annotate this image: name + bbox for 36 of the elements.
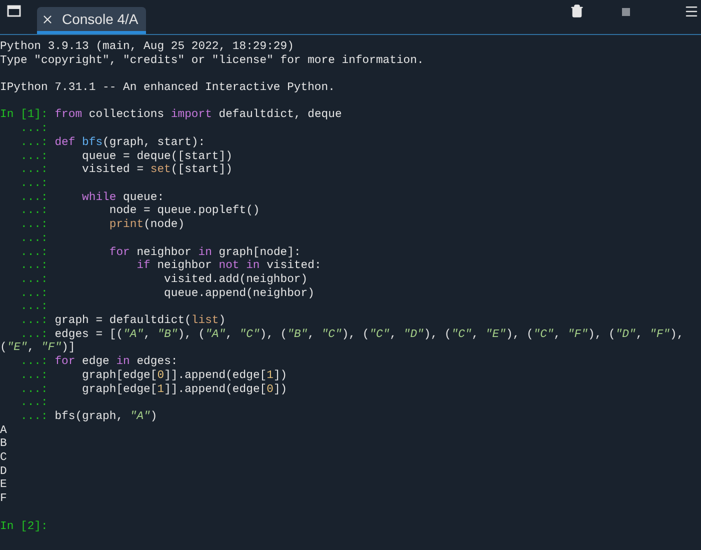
console-output: Type "copyright", "credits" or "license" for more information. bbox=[0, 54, 424, 67]
code-line: ...: queue.append(neighbor) bbox=[20, 288, 314, 300]
console-output: D bbox=[0, 466, 7, 478]
code-line: ...: node = queue.popleft() bbox=[20, 205, 260, 218]
code-line: ...: graph = defaultdict(list) bbox=[20, 315, 226, 328]
console-output: F bbox=[0, 493, 7, 506]
console-output: B bbox=[0, 438, 7, 450]
console-output: E bbox=[0, 479, 7, 492]
code-line: ...: while queue: bbox=[20, 192, 164, 204]
code-line: ...: def bfs(graph, start): bbox=[20, 136, 206, 149]
code-line: ...: bbox=[20, 301, 48, 314]
code-line: ...: bbox=[20, 232, 48, 245]
code-line: In [1]: from collections import defaultdict, deque bbox=[0, 109, 342, 122]
menu-icon[interactable] bbox=[684, 4, 699, 19]
close-icon[interactable] bbox=[41, 12, 54, 26]
code-line: ...: for neighbor in graph[node]: bbox=[20, 246, 301, 259]
code-line: ...: visited = set([start]) bbox=[20, 164, 232, 176]
code-line: ...: print(node) bbox=[20, 219, 185, 232]
code-line: ...: queue = deque([start]) bbox=[20, 150, 232, 163]
code-line: ...: bbox=[20, 397, 48, 410]
trash-icon[interactable] bbox=[570, 4, 584, 18]
code-line: ...: for edge in edges: bbox=[20, 356, 178, 368]
window-icon[interactable] bbox=[7, 5, 21, 17]
code-line: In [2]: bbox=[0, 520, 48, 533]
code-line: ...: if neighbor not in visited: bbox=[20, 260, 322, 272]
code-line: ...: visited.add(neighbor) bbox=[20, 274, 308, 286]
code-line: ...: bbox=[20, 178, 48, 190]
console-output: Python 3.9.13 (main, Aug 25 2022, 18:29:29) bbox=[0, 41, 294, 53]
code-line: ...: bfs(graph, "A") bbox=[20, 410, 158, 423]
console-output: C bbox=[0, 452, 7, 464]
console-tab[interactable]: Console 4/A bbox=[37, 7, 146, 34]
console-output: A bbox=[0, 424, 7, 437]
code-line: ...: bbox=[20, 123, 48, 136]
console-output: IPython 7.31.1 -- An enhanced Interactive Python. bbox=[0, 82, 335, 94]
code-line: ...: graph[edge[0]].append(edge[1]) bbox=[20, 370, 288, 382]
code-line: ...: graph[edge[1]].append(edge[0]) bbox=[20, 384, 288, 396]
